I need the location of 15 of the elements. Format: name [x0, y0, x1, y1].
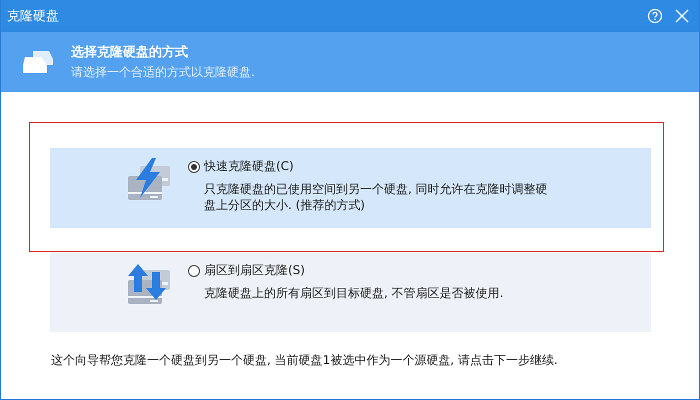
radio-button[interactable] — [188, 264, 200, 276]
option-card[interactable]: 快速克隆硬盘(C) 只克隆硬盘的已使用空间到另一个硬盘, 同时允许在克隆时调整硬盘上分区的大小. (推荐的方式) — [50, 148, 651, 228]
option-label[interactable]: 扇区到扇区克隆(S) — [204, 262, 305, 279]
option-description: 克隆硬盘上的所有扇区到目标硬盘, 不管扇区是否被使用. — [204, 285, 504, 301]
help-icon[interactable] — [647, 8, 663, 24]
close-icon[interactable] — [675, 9, 689, 23]
option-card[interactable]: 扇区到扇区克隆(S) 克隆硬盘上的所有扇区到目标硬盘, 不管扇区是否被使用. — [50, 252, 651, 332]
radio-button[interactable] — [188, 160, 200, 172]
disks-icon — [21, 49, 55, 75]
header-title: 选择克隆硬盘的方式 — [71, 44, 189, 61]
option-label[interactable]: 快速克隆硬盘(C) — [204, 158, 294, 175]
info-text: 这个向导帮您克隆一个硬盘到另一个硬盘, 当前硬盘1被选中作为一个源硬盘, 请点击下一步继续. — [50, 352, 559, 369]
option-description: 只克隆硬盘的已使用空间到另一个硬盘, 同时允许在克隆时调整硬盘上分区的大小. (推荐的方式) — [204, 181, 549, 213]
window-title: 克隆硬盘 — [7, 8, 60, 25]
header-subtitle: 请选择一个合适的方式以克隆硬盘. — [71, 64, 255, 81]
